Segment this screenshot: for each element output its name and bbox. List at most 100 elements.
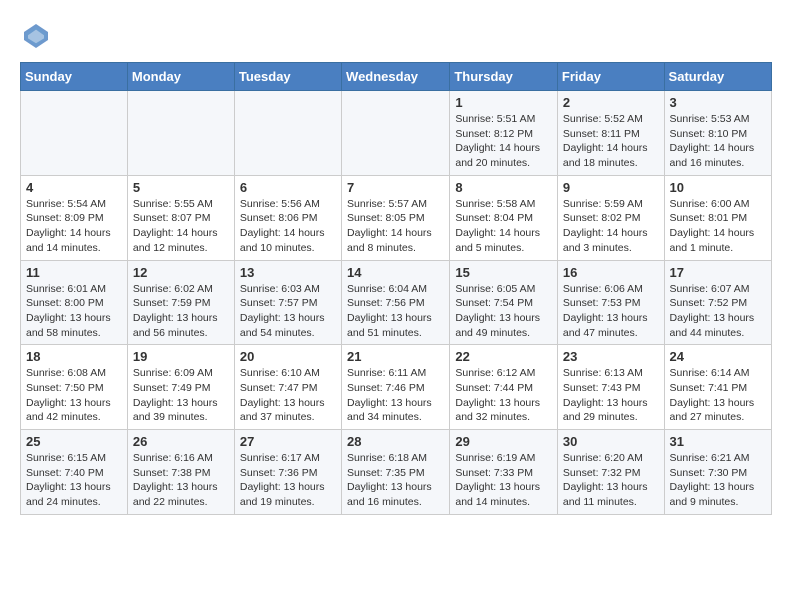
column-header-thursday: Thursday — [450, 63, 558, 91]
calendar-cell: 21 Sunrise: 6:11 AM Sunset: 7:46 PM Dayli… — [342, 345, 450, 430]
calendar-cell: 13 Sunrise: 6:03 AM Sunset: 7:57 PM Dayli… — [234, 260, 341, 345]
column-header-sunday: Sunday — [21, 63, 128, 91]
day-number: 22 — [455, 349, 552, 364]
day-number: 7 — [347, 180, 444, 195]
day-info: Sunrise: 6:01 AM Sunset: 8:00 PM Dayligh… — [26, 282, 122, 341]
calendar-cell: 16Sunrise: 6:06 AM Sunset: 7:53 PM Dayli… — [557, 260, 664, 345]
calendar-cell: 25Sunrise: 6:15 AM Sunset: 7:40 PM Dayli… — [21, 430, 128, 515]
calendar-cell: 29 Sunrise: 6:19 AM Sunset: 7:33 PM Dayli… — [450, 430, 558, 515]
calendar-cell: 15Sunrise: 6:05 AM Sunset: 7:54 PM Dayli… — [450, 260, 558, 345]
day-info: Sunrise: 5:51 AM Sunset: 8:12 PM Dayligh… — [455, 112, 552, 171]
calendar-cell — [342, 91, 450, 176]
calendar-cell: 26 Sunrise: 6:16 AM Sunset: 7:38 PM Dayli… — [127, 430, 234, 515]
calendar-cell: 14Sunrise: 6:04 AM Sunset: 7:56 PM Dayli… — [342, 260, 450, 345]
calendar-cell — [21, 91, 128, 176]
day-number: 23 — [563, 349, 659, 364]
day-number: 26 — [133, 434, 229, 449]
calendar-cell: 7 Sunrise: 5:57 AM Sunset: 8:05 PM Daylig… — [342, 175, 450, 260]
day-info: Sunrise: 5:55 AM Sunset: 8:07 PM Dayligh… — [133, 197, 229, 256]
day-info: Sunrise: 6:05 AM Sunset: 7:54 PM Dayligh… — [455, 282, 552, 341]
day-info: Sunrise: 6:20 AM Sunset: 7:32 PM Dayligh… — [563, 451, 659, 510]
calendar-week-row: 25Sunrise: 6:15 AM Sunset: 7:40 PM Dayli… — [21, 430, 772, 515]
calendar-cell: 30Sunrise: 6:20 AM Sunset: 7:32 PM Dayli… — [557, 430, 664, 515]
calendar-header-row: SundayMondayTuesdayWednesdayThursdayFrid… — [21, 63, 772, 91]
day-info: Sunrise: 6:06 AM Sunset: 7:53 PM Dayligh… — [563, 282, 659, 341]
day-info: Sunrise: 5:53 AM Sunset: 8:10 PM Dayligh… — [670, 112, 766, 171]
calendar-week-row: 11 Sunrise: 6:01 AM Sunset: 8:00 PM Dayli… — [21, 260, 772, 345]
day-info: Sunrise: 5:52 AM Sunset: 8:11 PM Dayligh… — [563, 112, 659, 171]
calendar-cell: 23Sunrise: 6:13 AM Sunset: 7:43 PM Dayli… — [557, 345, 664, 430]
calendar-cell: 18 Sunrise: 6:08 AM Sunset: 7:50 PM Dayli… — [21, 345, 128, 430]
day-info: Sunrise: 5:58 AM Sunset: 8:04 PM Dayligh… — [455, 197, 552, 256]
calendar-cell: 28Sunrise: 6:18 AM Sunset: 7:35 PM Dayli… — [342, 430, 450, 515]
day-number: 13 — [240, 265, 336, 280]
day-number: 2 — [563, 95, 659, 110]
day-info: Sunrise: 6:19 AM Sunset: 7:33 PM Dayligh… — [455, 451, 552, 510]
calendar-week-row: 1 Sunrise: 5:51 AM Sunset: 8:12 PM Daylig… — [21, 91, 772, 176]
day-info: Sunrise: 6:17 AM Sunset: 7:36 PM Dayligh… — [240, 451, 336, 510]
column-header-friday: Friday — [557, 63, 664, 91]
logo-icon — [20, 20, 52, 52]
day-info: Sunrise: 6:04 AM Sunset: 7:56 PM Dayligh… — [347, 282, 444, 341]
calendar-week-row: 4 Sunrise: 5:54 AM Sunset: 8:09 PM Daylig… — [21, 175, 772, 260]
day-number: 27 — [240, 434, 336, 449]
day-number: 1 — [455, 95, 552, 110]
day-number: 6 — [240, 180, 336, 195]
calendar-cell: 19 Sunrise: 6:09 AM Sunset: 7:49 PM Dayli… — [127, 345, 234, 430]
day-number: 21 — [347, 349, 444, 364]
calendar-cell: 1 Sunrise: 5:51 AM Sunset: 8:12 PM Daylig… — [450, 91, 558, 176]
column-header-saturday: Saturday — [664, 63, 771, 91]
day-number: 24 — [670, 349, 766, 364]
calendar-cell: 12Sunrise: 6:02 AM Sunset: 7:59 PM Dayli… — [127, 260, 234, 345]
day-info: Sunrise: 6:10 AM Sunset: 7:47 PM Dayligh… — [240, 366, 336, 425]
calendar-cell: 22 Sunrise: 6:12 AM Sunset: 7:44 PM Dayli… — [450, 345, 558, 430]
day-number: 11 — [26, 265, 122, 280]
day-info: Sunrise: 5:57 AM Sunset: 8:05 PM Dayligh… — [347, 197, 444, 256]
day-number: 8 — [455, 180, 552, 195]
column-header-wednesday: Wednesday — [342, 63, 450, 91]
calendar-table: SundayMondayTuesdayWednesdayThursdayFrid… — [20, 62, 772, 515]
day-info: Sunrise: 6:18 AM Sunset: 7:35 PM Dayligh… — [347, 451, 444, 510]
calendar-cell: 11 Sunrise: 6:01 AM Sunset: 8:00 PM Dayli… — [21, 260, 128, 345]
day-number: 18 — [26, 349, 122, 364]
day-info: Sunrise: 6:12 AM Sunset: 7:44 PM Dayligh… — [455, 366, 552, 425]
day-info: Sunrise: 6:03 AM Sunset: 7:57 PM Dayligh… — [240, 282, 336, 341]
day-number: 20 — [240, 349, 336, 364]
day-number: 4 — [26, 180, 122, 195]
day-number: 19 — [133, 349, 229, 364]
day-number: 9 — [563, 180, 659, 195]
logo — [20, 20, 56, 52]
calendar-cell: 17 Sunrise: 6:07 AM Sunset: 7:52 PM Dayli… — [664, 260, 771, 345]
calendar-cell: 9Sunrise: 5:59 AM Sunset: 8:02 PM Daylig… — [557, 175, 664, 260]
day-number: 10 — [670, 180, 766, 195]
calendar-cell: 6 Sunrise: 5:56 AM Sunset: 8:06 PM Daylig… — [234, 175, 341, 260]
calendar-cell — [234, 91, 341, 176]
day-info: Sunrise: 6:02 AM Sunset: 7:59 PM Dayligh… — [133, 282, 229, 341]
day-info: Sunrise: 6:16 AM Sunset: 7:38 PM Dayligh… — [133, 451, 229, 510]
day-info: Sunrise: 6:07 AM Sunset: 7:52 PM Dayligh… — [670, 282, 766, 341]
day-number: 31 — [670, 434, 766, 449]
day-number: 5 — [133, 180, 229, 195]
day-info: Sunrise: 6:21 AM Sunset: 7:30 PM Dayligh… — [670, 451, 766, 510]
day-info: Sunrise: 6:09 AM Sunset: 7:49 PM Dayligh… — [133, 366, 229, 425]
page-header — [20, 20, 772, 52]
calendar-week-row: 18 Sunrise: 6:08 AM Sunset: 7:50 PM Dayli… — [21, 345, 772, 430]
day-info: Sunrise: 5:56 AM Sunset: 8:06 PM Dayligh… — [240, 197, 336, 256]
day-number: 17 — [670, 265, 766, 280]
column-header-monday: Monday — [127, 63, 234, 91]
day-info: Sunrise: 5:54 AM Sunset: 8:09 PM Dayligh… — [26, 197, 122, 256]
calendar-cell: 4 Sunrise: 5:54 AM Sunset: 8:09 PM Daylig… — [21, 175, 128, 260]
calendar-cell: 24 Sunrise: 6:14 AM Sunset: 7:41 PM Dayli… — [664, 345, 771, 430]
calendar-cell: 10Sunrise: 6:00 AM Sunset: 8:01 PM Dayli… — [664, 175, 771, 260]
day-info: Sunrise: 6:08 AM Sunset: 7:50 PM Dayligh… — [26, 366, 122, 425]
calendar-cell — [127, 91, 234, 176]
calendar-cell: 8 Sunrise: 5:58 AM Sunset: 8:04 PM Daylig… — [450, 175, 558, 260]
calendar-cell: 5 Sunrise: 5:55 AM Sunset: 8:07 PM Daylig… — [127, 175, 234, 260]
calendar-cell: 3Sunrise: 5:53 AM Sunset: 8:10 PM Daylig… — [664, 91, 771, 176]
day-number: 29 — [455, 434, 552, 449]
day-info: Sunrise: 6:11 AM Sunset: 7:46 PM Dayligh… — [347, 366, 444, 425]
day-number: 25 — [26, 434, 122, 449]
calendar-cell: 20 Sunrise: 6:10 AM Sunset: 7:47 PM Dayli… — [234, 345, 341, 430]
day-info: Sunrise: 6:14 AM Sunset: 7:41 PM Dayligh… — [670, 366, 766, 425]
calendar-cell: 27 Sunrise: 6:17 AM Sunset: 7:36 PM Dayli… — [234, 430, 341, 515]
